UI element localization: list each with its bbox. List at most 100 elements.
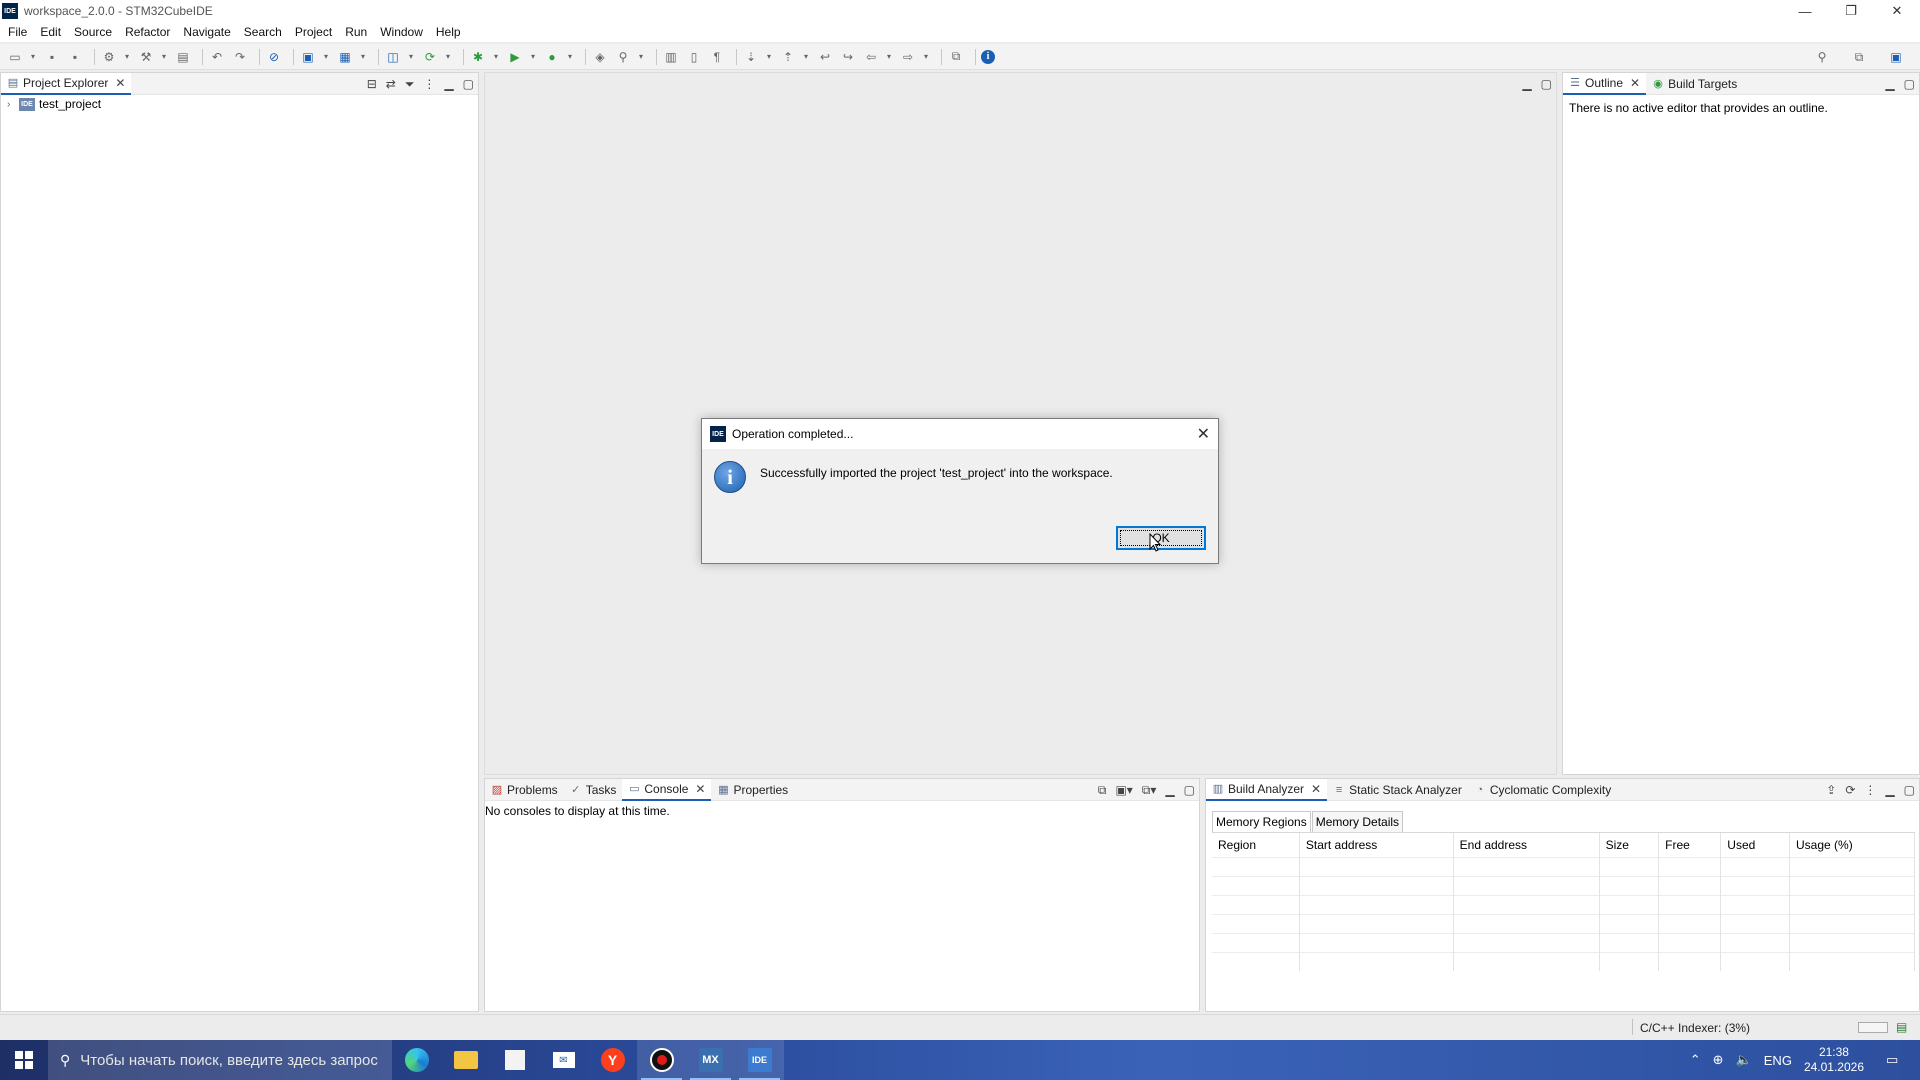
build-all-icon[interactable]: ▤ (174, 48, 192, 66)
skip-breakpoints-icon[interactable]: ⊘ (265, 48, 283, 66)
filter-icon[interactable]: ⏷ (405, 77, 415, 92)
refresh-icon[interactable]: ⟳ (421, 48, 439, 66)
forward-dropdown-icon[interactable]: ▾ (922, 48, 930, 66)
tab-build-analyzer[interactable]: ▥ Build Analyzer ✕ (1206, 778, 1328, 801)
menu-refactor[interactable]: Refactor (125, 25, 170, 39)
taskbar-app-recorder[interactable] (637, 1040, 686, 1080)
new-icon[interactable]: ▭ (6, 48, 24, 66)
new-source-folder-icon[interactable]: ▦ (336, 48, 354, 66)
start-button[interactable] (0, 1040, 48, 1080)
run-dropdown-icon[interactable]: ▾ (529, 48, 537, 66)
tab-cyclomatic-complexity[interactable]: ◔ Cyclomatic Complexity (1468, 779, 1617, 801)
taskbar-search-input[interactable] (80, 1051, 381, 1069)
pin-console-icon[interactable]: ⧉ (1098, 783, 1107, 798)
subtab-memory-details[interactable]: Memory Details (1311, 811, 1404, 832)
save-all-icon[interactable]: ▪ (66, 48, 84, 66)
tab-outline[interactable]: ☰ Outline ✕ (1563, 72, 1647, 95)
device-config-icon[interactable]: ▣ (299, 48, 317, 66)
close-button[interactable]: ✕ (1874, 0, 1920, 22)
maximize-icon[interactable]: ▢ (1904, 783, 1915, 797)
volume-icon[interactable]: 🔈 (1736, 1052, 1752, 1068)
tab-build-targets[interactable]: ◉ Build Targets (1646, 73, 1743, 95)
column-header-size[interactable]: Size (1599, 833, 1660, 857)
tab-static-stack-analyzer[interactable]: ≡ Static Stack Analyzer (1327, 779, 1468, 801)
redo-icon[interactable]: ↷ (231, 48, 249, 66)
export-icon[interactable]: ⇪ (1826, 783, 1836, 797)
device-config-dropdown-icon[interactable]: ▾ (322, 48, 330, 66)
save-icon[interactable]: ▪ (43, 48, 61, 66)
column-header-free[interactable]: Free (1658, 833, 1722, 857)
chevron-right-icon[interactable]: › (7, 99, 17, 110)
taskbar-app-stm32cubeide[interactable]: IDE (735, 1040, 784, 1080)
show-whitespace-icon[interactable]: ¶ (708, 48, 726, 66)
minimize-icon[interactable]: ▁ (1885, 77, 1894, 91)
close-icon[interactable]: ✕ (1630, 76, 1640, 90)
build-config-icon[interactable]: ⚙ (100, 48, 118, 66)
menu-search[interactable]: Search (244, 25, 282, 39)
minimize-button[interactable]: — (1782, 0, 1828, 22)
tab-problems[interactable]: ▨ Problems (485, 779, 564, 801)
search-tool-icon[interactable]: ⚲ (614, 48, 632, 66)
close-icon[interactable]: ✕ (695, 782, 705, 796)
close-icon[interactable]: ✕ (115, 76, 125, 90)
column-header-start-address[interactable]: Start address (1299, 833, 1454, 857)
open-perspective-icon[interactable]: ⧉ (1850, 48, 1868, 66)
toggle-block-icon[interactable]: ▯ (685, 48, 703, 66)
taskbar-app-yandex[interactable]: Y (588, 1040, 637, 1080)
new-source-folder-dropdown-icon[interactable]: ▾ (359, 48, 367, 66)
menu-navigate[interactable]: Navigate (183, 25, 230, 39)
menu-edit[interactable]: Edit (40, 25, 61, 39)
external-tools-dropdown-icon[interactable]: ▾ (566, 48, 574, 66)
tree-item-project[interactable]: › IDE test_project (1, 95, 478, 113)
taskbar-app-edge[interactable] (392, 1040, 441, 1080)
maximize-icon[interactable]: ▢ (463, 77, 474, 91)
taskbar-clock[interactable]: 21:38 24.01.2026 (1804, 1045, 1864, 1075)
maximize-icon[interactable]: ▢ (1904, 77, 1915, 91)
forward-icon[interactable]: ⇨ (899, 48, 917, 66)
debug-dropdown-icon[interactable]: ▾ (492, 48, 500, 66)
menu-help[interactable]: Help (436, 25, 461, 39)
language-indicator[interactable]: ENG (1764, 1053, 1792, 1068)
maximize-icon[interactable]: ▢ (1541, 77, 1552, 91)
view-menu-icon[interactable]: ⋮ (423, 77, 435, 91)
view-menu-icon[interactable]: ⋮ (1864, 783, 1876, 797)
restore-button[interactable]: ❐ (1828, 0, 1874, 22)
debug-icon[interactable]: ✱ (469, 48, 487, 66)
close-icon[interactable]: ✕ (1311, 782, 1321, 796)
build-config-dropdown-icon[interactable]: ▾ (123, 48, 131, 66)
column-header-end-address[interactable]: End address (1453, 833, 1600, 857)
back-dropdown-icon[interactable]: ▾ (885, 48, 893, 66)
taskbar-search[interactable]: ⚲ (48, 1040, 392, 1080)
undo-icon[interactable]: ↶ (208, 48, 226, 66)
minimize-icon[interactable]: ▁ (1165, 783, 1174, 797)
tab-project-explorer[interactable]: ▤ Project Explorer ✕ (1, 72, 132, 95)
pin-editor-icon[interactable]: ⧉ (947, 48, 965, 66)
new-dropdown-icon[interactable]: ▾ (29, 48, 37, 66)
refresh-icon[interactable]: ⟳ (1845, 783, 1855, 797)
progress-view-icon[interactable]: ▤ (1896, 1020, 1907, 1034)
new-class-dropdown-icon[interactable]: ▾ (407, 48, 415, 66)
menu-source[interactable]: Source (74, 25, 112, 39)
information-center-icon[interactable]: i (981, 49, 995, 64)
toggle-mark-icon[interactable]: ▥ (662, 48, 680, 66)
minimize-icon[interactable]: ▁ (1885, 783, 1894, 797)
prev-annotation-icon[interactable]: ⇡ (779, 48, 797, 66)
taskbar-app-mail[interactable]: ✉ (539, 1040, 588, 1080)
next-annotation-icon[interactable]: ⇣ (742, 48, 760, 66)
external-tools-icon[interactable]: ● (543, 48, 561, 66)
menu-project[interactable]: Project (295, 25, 332, 39)
search-icon[interactable]: ⚲ (1813, 48, 1831, 66)
link-editor-icon[interactable]: ⇄ (386, 77, 396, 91)
show-hidden-icons-icon[interactable]: ⌃ (1690, 1052, 1701, 1068)
menu-run[interactable]: Run (345, 25, 367, 39)
notifications-icon[interactable]: ▭ (1886, 1052, 1908, 1068)
open-type-icon[interactable]: ◈ (591, 48, 609, 66)
open-console-icon[interactable]: ⧉▾ (1142, 783, 1157, 798)
menu-window[interactable]: Window (380, 25, 423, 39)
new-class-icon[interactable]: ◫ (384, 48, 402, 66)
search-tool-dropdown-icon[interactable]: ▾ (637, 48, 645, 66)
maximize-icon[interactable]: ▢ (1184, 783, 1195, 797)
network-icon[interactable]: ⊕ (1713, 1052, 1724, 1068)
build-dropdown-icon[interactable]: ▾ (160, 48, 168, 66)
taskbar-app-explorer[interactable] (441, 1040, 490, 1080)
